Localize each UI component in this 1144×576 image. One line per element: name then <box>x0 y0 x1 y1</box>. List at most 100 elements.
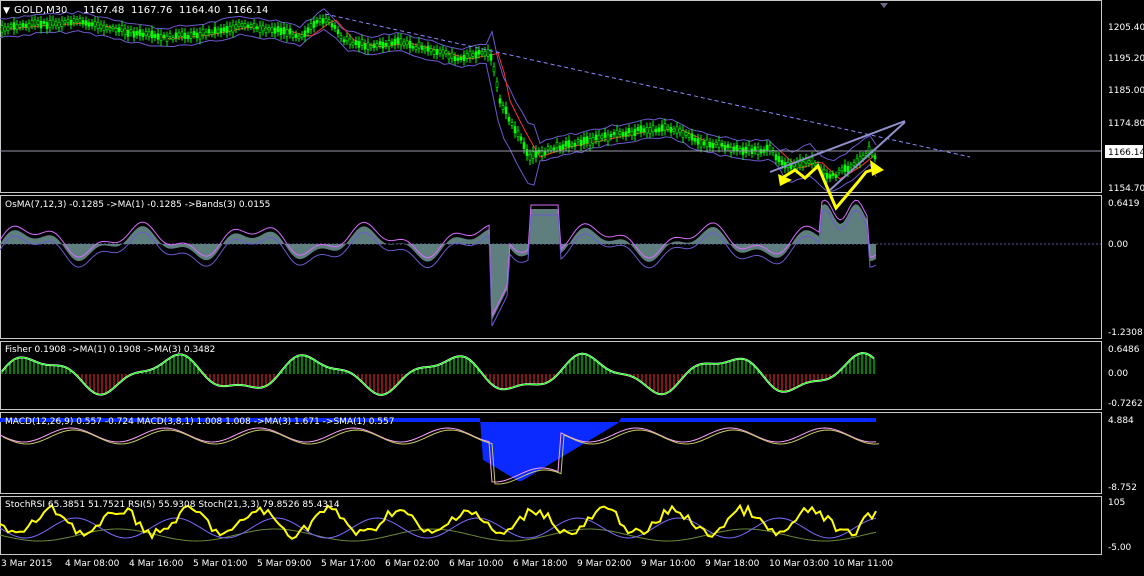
candle-body <box>141 32 145 38</box>
candle-body <box>237 22 241 27</box>
candle-body <box>549 147 553 151</box>
candle-body <box>828 174 832 179</box>
candle-body <box>216 29 220 34</box>
candle-body <box>480 50 484 55</box>
time-tick: 9 Mar 18:00 <box>705 559 760 569</box>
candle-body <box>825 173 829 179</box>
candle-body <box>135 30 139 36</box>
chart-canvas[interactable]: ▼ GOLD,M30 1167.48 1167.76 1164.40 1166.… <box>0 0 1144 572</box>
candle-body <box>504 106 508 115</box>
candle-body <box>678 128 682 133</box>
candle-body <box>177 32 181 37</box>
candle-body <box>468 50 472 58</box>
candle-body <box>102 24 106 31</box>
candle-body <box>501 105 505 110</box>
candle-body <box>600 135 604 139</box>
candle-body <box>768 145 772 152</box>
candle-body <box>213 26 217 34</box>
candle-body <box>99 23 103 29</box>
candle-body <box>153 34 157 38</box>
candle-body <box>54 21 58 26</box>
candle-body <box>552 147 556 151</box>
candle-body <box>204 31 208 37</box>
candle-body <box>327 19 331 23</box>
candle-body <box>639 125 643 133</box>
candle-body <box>669 126 673 133</box>
candle-body <box>156 33 160 40</box>
time-axis: 3 Mar 2015 4 Mar 08:00 4 Mar 16:00 5 Mar… <box>1 559 893 569</box>
candle-body <box>543 150 547 155</box>
price-tick: 1185.00 <box>1108 86 1144 96</box>
symbol-header: GOLD,M30 <box>14 5 67 16</box>
fisher-panel[interactable] <box>1 352 875 396</box>
candle-body <box>666 126 670 130</box>
candle-body <box>561 144 565 150</box>
candle-body <box>855 158 859 165</box>
candle-body <box>129 29 133 34</box>
ohlc-low: 1164.40 <box>179 5 220 16</box>
candle-body <box>594 134 598 141</box>
candle-body <box>90 22 94 27</box>
osma-panel[interactable] <box>0 199 1101 327</box>
candle-body <box>258 25 262 34</box>
chart-menu-triangle-icon[interactable]: ▼ <box>3 6 10 16</box>
pattern-arrow-icon <box>870 160 884 176</box>
candle-body <box>279 27 283 35</box>
candle-body <box>477 49 481 55</box>
macd-tick: -8.752 <box>1108 483 1137 493</box>
price-panel[interactable] <box>0 3 1101 211</box>
candle-body <box>603 132 607 138</box>
candle-body <box>108 27 112 31</box>
candle-body <box>777 156 781 163</box>
candle-body <box>849 164 853 168</box>
candle-body <box>390 41 394 46</box>
candle-body <box>132 31 136 38</box>
candle-body <box>114 27 118 33</box>
candle-body <box>417 41 421 49</box>
candle-body <box>705 139 709 147</box>
candle-body <box>330 23 334 28</box>
candle-body <box>384 42 388 47</box>
candle-body <box>579 139 583 147</box>
candle-body <box>282 27 286 35</box>
candle-body <box>138 29 142 36</box>
candle-body <box>621 132 625 137</box>
candle-body <box>582 137 586 145</box>
candle-body <box>402 41 406 46</box>
candle-body <box>564 141 568 147</box>
candle-body <box>270 26 274 33</box>
candle-body <box>45 22 49 30</box>
stochrsi-tick: 105 <box>1108 498 1125 508</box>
candle-body <box>78 18 82 23</box>
candle-body <box>381 41 385 49</box>
price-tick: 1154.70 <box>1108 184 1144 194</box>
candle-body <box>0 25 4 33</box>
candle-body <box>408 40 412 49</box>
candle-body <box>753 146 757 152</box>
candle-body <box>864 152 868 156</box>
candle-body <box>807 160 811 164</box>
candle-body <box>471 53 475 57</box>
mt4-chart-window[interactable]: ▼ GOLD,M30 1167.48 1167.76 1164.40 1166.… <box>0 0 1144 572</box>
moving-average <box>0 19 877 180</box>
candle-body <box>735 145 739 152</box>
stochrsi-label: StochRSI 65.3851 51.7521 RSI(5) 55.9308 … <box>5 500 340 510</box>
candle-body <box>27 23 31 29</box>
candle-body <box>570 143 574 147</box>
candle-body <box>222 27 226 32</box>
candle-body <box>264 27 268 33</box>
candle-body <box>336 29 340 35</box>
candle-body <box>360 39 364 46</box>
osma-tick: -1.2308 <box>1108 328 1143 338</box>
candle-body <box>69 19 73 26</box>
candle-body <box>447 54 451 60</box>
rsi-line <box>0 517 877 539</box>
candle-body <box>681 130 685 138</box>
fisher-tick: 0.6486 <box>1108 345 1140 355</box>
stochrsi-panel[interactable] <box>0 503 877 542</box>
candle-body <box>33 19 37 26</box>
candle-body <box>780 159 784 166</box>
macd-panel[interactable] <box>0 418 880 485</box>
candle-body <box>642 128 646 133</box>
candle-body <box>498 98 502 104</box>
